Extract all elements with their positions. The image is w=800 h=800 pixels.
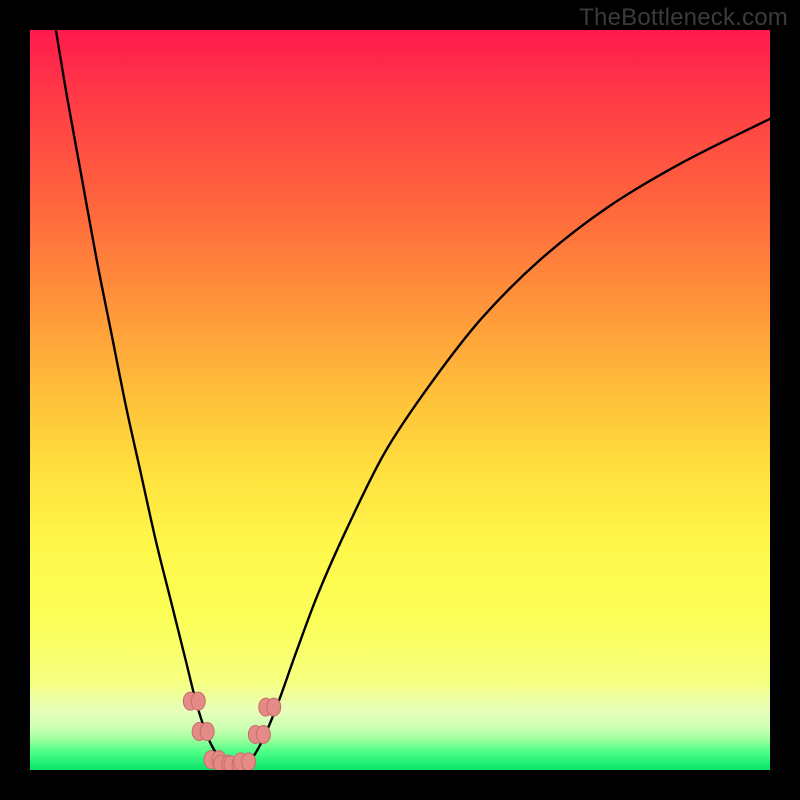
chart-frame: TheBottleneck.com <box>0 0 800 800</box>
marker-left-mid <box>192 723 214 741</box>
watermark-text: TheBottleneck.com <box>579 4 788 32</box>
marker-flat-4 <box>234 753 256 770</box>
curve-layer <box>30 30 770 770</box>
marker-left-upper <box>183 692 205 710</box>
marker-right-upper <box>259 698 281 716</box>
curve-markers <box>183 692 280 770</box>
marker-right-mid <box>248 725 270 743</box>
plot-area <box>30 30 770 770</box>
bottleneck-curve <box>56 30 770 766</box>
